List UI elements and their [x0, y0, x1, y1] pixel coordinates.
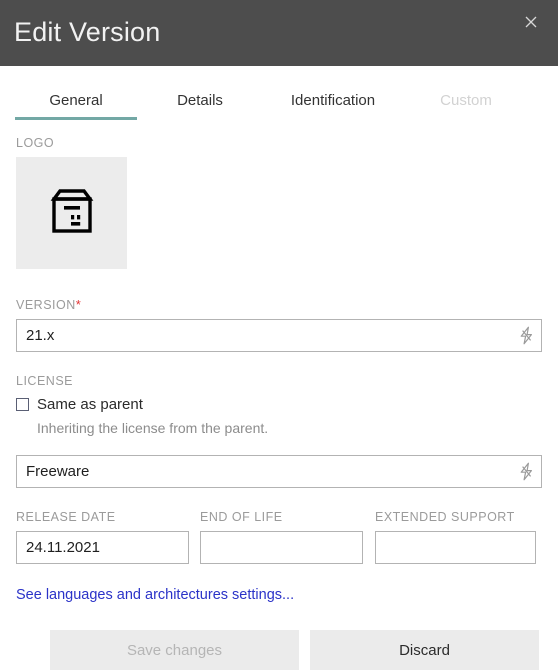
version-field-group: VERSION* 21.x: [16, 297, 542, 352]
license-hint: Inheriting the license from the parent.: [37, 420, 269, 436]
edit-version-dialog: Edit Version General Details Identificat…: [0, 0, 558, 670]
release-date-label: RELEASE DATE: [16, 510, 116, 524]
required-marker: *: [75, 297, 82, 312]
end-of-life-label: END OF LIFE: [200, 510, 283, 524]
dialog-footer: Save changes Discard: [16, 630, 542, 670]
release-date-value: 24.11.2021: [26, 538, 100, 556]
tab-identification-label: Identification: [290, 92, 376, 109]
end-of-life-input[interactable]: [200, 531, 363, 564]
version-label-text: VERSION: [16, 298, 76, 312]
languages-architectures-link[interactable]: See languages and architectures settings…: [16, 586, 294, 604]
license-input[interactable]: Freeware: [16, 455, 542, 488]
extended-support-group: EXTENDED SUPPORT: [375, 510, 536, 564]
close-icon[interactable]: [516, 8, 546, 36]
save-changes-button: Save changes: [50, 630, 299, 670]
version-label: VERSION*: [16, 297, 542, 313]
extended-support-input[interactable]: [375, 531, 536, 564]
dialog-body: LOGO VERSION* 21.x LICENSE Same as paren…: [0, 108, 558, 670]
dialog-titlebar: Edit Version: [0, 0, 558, 66]
box-package-icon: [50, 188, 94, 239]
tab-custom-label: Custom: [440, 92, 492, 109]
tab-general-label: General: [49, 92, 103, 109]
release-date-group: RELEASE DATE 24.11.2021: [16, 510, 189, 564]
version-input-value: 21.x: [26, 326, 55, 344]
extended-support-label: EXTENDED SUPPORT: [375, 510, 515, 524]
release-date-input[interactable]: 24.11.2021: [16, 531, 189, 564]
logo-label: LOGO: [16, 136, 55, 150]
dialog-title: Edit Version: [14, 17, 161, 47]
lightning-bolt-icon[interactable]: [511, 320, 541, 351]
license-label: LICENSE: [16, 374, 73, 388]
version-input[interactable]: 21.x: [16, 319, 542, 352]
end-of-life-group: END OF LIFE: [200, 510, 363, 564]
discard-button[interactable]: Discard: [310, 630, 539, 670]
dates-row: RELEASE DATE 24.11.2021 END OF LIFE EXTE…: [16, 510, 542, 564]
same-as-parent-row[interactable]: Same as parent: [16, 395, 542, 414]
logo-preview[interactable]: [16, 157, 127, 269]
tab-bar: General Details Identification Custom: [0, 66, 558, 120]
tab-details-label: Details: [177, 92, 223, 109]
same-as-parent-checkbox[interactable]: [16, 398, 29, 411]
same-as-parent-label[interactable]: Same as parent: [37, 395, 143, 414]
license-field-group: LICENSE Same as parent Inheriting the li…: [16, 374, 542, 488]
license-input-value: Freeware: [26, 462, 90, 480]
lightning-bolt-icon[interactable]: [511, 456, 541, 487]
